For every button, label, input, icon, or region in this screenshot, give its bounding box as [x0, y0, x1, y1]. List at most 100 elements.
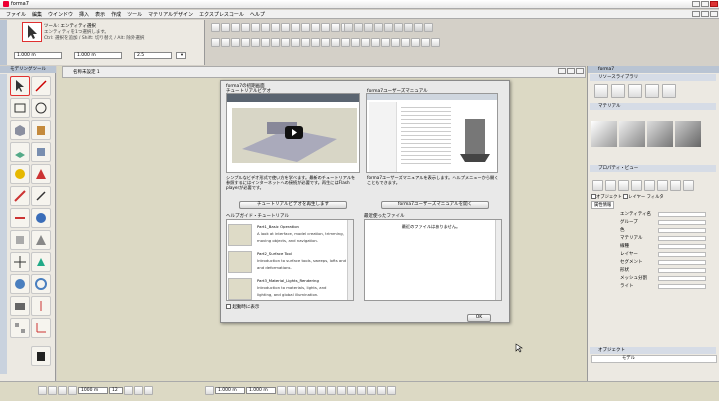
prop-value[interactable]	[658, 252, 706, 257]
distance-input[interactable]: 1.000 m	[14, 52, 62, 59]
redo-icon[interactable]	[291, 23, 300, 32]
fillet-tool-icon[interactable]	[10, 186, 30, 206]
material-swatch[interactable]	[647, 121, 673, 147]
snap-layer-icon[interactable]	[411, 38, 420, 47]
users-manual-preview[interactable]	[366, 93, 498, 173]
linetype-icon[interactable]	[144, 386, 153, 395]
box-tool-icon[interactable]	[10, 120, 30, 140]
open-manual-button[interactable]: forma7ユーザーズマニュアルを開く	[381, 201, 489, 209]
offset-tool-icon[interactable]	[10, 230, 30, 250]
move-tool-icon[interactable]	[10, 252, 30, 272]
prop-value[interactable]	[658, 284, 706, 289]
resource-brush-icon[interactable]	[611, 84, 625, 98]
measure-icon[interactable]	[205, 386, 214, 395]
resource-lock-icon[interactable]	[645, 84, 659, 98]
doc-win-close[interactable]	[576, 68, 584, 74]
doc-win-minimize[interactable]	[558, 68, 566, 74]
snap-curve-icon[interactable]	[381, 38, 390, 47]
menu-view[interactable]: 表示	[95, 11, 105, 18]
minimize-button[interactable]	[692, 1, 700, 7]
snap-end-point-icon[interactable]	[307, 386, 316, 395]
snap-diag-icon[interactable]	[347, 386, 356, 395]
snap-check-icon[interactable]	[357, 386, 366, 395]
object-section[interactable]: オブジェクト	[590, 347, 716, 354]
snap-angle-icon[interactable]	[331, 38, 340, 47]
ortho-toggle-icon[interactable]	[58, 386, 67, 395]
properties-section[interactable]: プロパティ・ビュー	[590, 165, 716, 172]
maximize-button[interactable]	[701, 1, 709, 7]
prop-cube-icon[interactable]	[670, 180, 681, 191]
material-section[interactable]: マテリアル	[590, 103, 716, 110]
prop-value[interactable]	[658, 220, 706, 225]
menu-help[interactable]: ヘルプ	[250, 11, 265, 18]
menu-file[interactable]: ファイル	[6, 11, 26, 18]
attribute-tab[interactable]: 属性情報	[591, 201, 615, 209]
menu-window[interactable]: ウインドウ	[48, 11, 73, 18]
snap-point-icon[interactable]	[221, 38, 230, 47]
snap-surface-icon[interactable]	[391, 38, 400, 47]
save-icon[interactable]	[231, 23, 240, 32]
snap-center-icon[interactable]	[251, 38, 260, 47]
doc-win-maximize[interactable]	[567, 68, 575, 74]
chamfer-tool-icon[interactable]	[31, 186, 51, 206]
resource-library-section[interactable]: リソースライブラリ	[590, 74, 716, 81]
prop-value[interactable]	[658, 260, 706, 265]
angle-input[interactable]: 2.5	[134, 52, 172, 59]
prop-box-icon[interactable]	[592, 180, 603, 191]
prop-value[interactable]	[658, 276, 706, 281]
transform-tool-icon[interactable]	[31, 252, 51, 272]
resource-image-icon[interactable]	[662, 84, 676, 98]
material-icon[interactable]	[394, 23, 403, 32]
tutorial-list-item[interactable]: Part1_Basic Operation A look at interfac…	[227, 222, 345, 249]
circle-tool-icon[interactable]	[31, 98, 51, 118]
snap-circle-icon[interactable]	[367, 386, 376, 395]
recent-files-scrollbar[interactable]	[495, 220, 501, 300]
polar-toggle-icon[interactable]	[68, 386, 77, 395]
snap-intersect-icon[interactable]	[261, 38, 270, 47]
paste-icon[interactable]	[271, 23, 280, 32]
copy-icon[interactable]	[261, 23, 270, 32]
cut-icon[interactable]	[251, 23, 260, 32]
wireframe-icon[interactable]	[354, 23, 363, 32]
render-icon[interactable]	[364, 23, 373, 32]
object-row[interactable]: モデル	[591, 355, 717, 363]
menu-material[interactable]: マテリアルデザイン	[148, 11, 193, 18]
constraint-icon[interactable]	[277, 386, 286, 395]
snap-edge-icon[interactable]	[301, 38, 310, 47]
panel-handle[interactable]	[0, 20, 7, 65]
prop-cube-icon[interactable]	[631, 180, 642, 191]
edit-icon[interactable]	[414, 23, 423, 32]
grid-icon[interactable]	[424, 23, 433, 32]
snap-settings-icon[interactable]	[431, 38, 440, 47]
zoom-input[interactable]: 12	[109, 387, 123, 394]
doc-close-button[interactable]	[710, 11, 718, 17]
new-file-icon[interactable]	[211, 23, 220, 32]
close-button[interactable]	[710, 1, 718, 7]
offset-input[interactable]: 1.000 m	[74, 52, 122, 59]
snap-face-icon[interactable]	[311, 38, 320, 47]
extrude-tool-icon[interactable]	[10, 142, 30, 162]
texture-icon[interactable]	[404, 23, 413, 32]
prop-value[interactable]	[658, 236, 706, 241]
snap-axis-icon[interactable]	[361, 38, 370, 47]
prop-value[interactable]	[658, 244, 706, 249]
snap-heart-icon[interactable]	[377, 386, 386, 395]
doc-restore-button[interactable]	[701, 11, 709, 17]
sphere-tool-icon[interactable]	[10, 274, 30, 294]
snap-solid-icon[interactable]	[401, 38, 410, 47]
resource-paint-icon[interactable]	[628, 84, 642, 98]
video-play-button-icon[interactable]	[285, 126, 303, 139]
material-swatch[interactable]	[619, 121, 645, 147]
snap-cross-icon[interactable]	[337, 386, 346, 395]
select-arrow-tool-icon[interactable]	[10, 76, 30, 96]
layer-icon[interactable]	[124, 386, 133, 395]
prop-value[interactable]	[658, 268, 706, 273]
snap-object-icon[interactable]	[371, 38, 380, 47]
snap-end-icon[interactable]	[231, 38, 240, 47]
shade-icon[interactable]	[344, 23, 353, 32]
snap-vertex-icon[interactable]	[321, 38, 330, 47]
snap-toggle-icon[interactable]	[38, 386, 47, 395]
shell-tool-icon[interactable]	[31, 230, 51, 250]
open-file-icon[interactable]	[221, 23, 230, 32]
snap-middle-icon[interactable]	[317, 386, 326, 395]
